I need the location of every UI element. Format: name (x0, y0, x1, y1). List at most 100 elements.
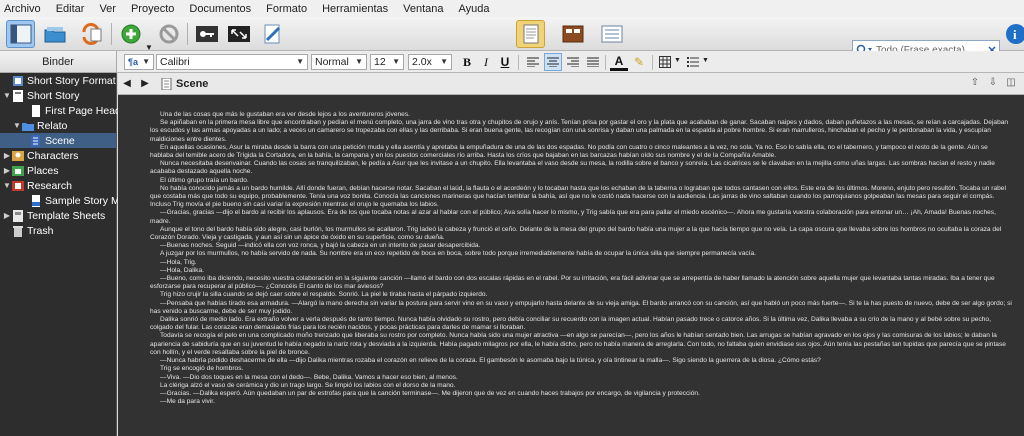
paragraph-style-icon: ¶a (128, 57, 139, 67)
view-outliner-button[interactable] (597, 20, 626, 48)
align-left-button[interactable] (524, 53, 542, 71)
paragraph: —Nunca habría podido deshacerme de ella … (160, 357, 821, 365)
binder-item-scene[interactable]: Scene (0, 133, 116, 148)
menu-ventana[interactable]: Ventana (403, 3, 443, 15)
chevron-down-icon: ▼ (440, 57, 448, 66)
chevron-down-icon: ▼ (392, 57, 400, 66)
document-title: Scene (176, 77, 209, 90)
paragraph: —Viva. —Dio dos toques en la mesa con el… (160, 373, 458, 381)
view-corkboard-button[interactable] (558, 20, 587, 48)
book-icon (13, 75, 23, 86)
info-icon: i (1006, 24, 1024, 44)
binder-item-sample-story-ms[interactable]: Sample Story MS (0, 193, 127, 208)
align-right-button[interactable] (564, 53, 582, 71)
binder-item-places[interactable]: ▶ Places (0, 163, 59, 178)
font-family-select[interactable]: Calibri ▼ (156, 54, 308, 70)
paragraph: Todavía se recogía el pelo en una compli… (150, 332, 1006, 356)
binder-item-template-sheets[interactable]: ▶ Template Sheets (0, 208, 105, 223)
binder-item-research[interactable]: ▼ Research (0, 178, 72, 193)
research-icon (12, 180, 24, 191)
binder-header: Binder (0, 51, 117, 73)
sync-button[interactable] (76, 20, 105, 48)
binder-item-short-story[interactable]: ▼ Short Story (0, 88, 80, 103)
line-spacing-select[interactable]: 2.0x ▼ (408, 54, 452, 70)
menu-herramientas[interactable]: Herramientas (322, 3, 388, 15)
split-editor-icon[interactable]: ◫ (1002, 77, 1020, 88)
binder-item-short-story-format[interactable]: Short Story Format (0, 73, 116, 88)
paragraph: No había conocido jamás a un bardo humil… (150, 184, 1006, 209)
highlight-button[interactable]: ✎ (630, 53, 648, 71)
align-center-icon (547, 57, 559, 67)
menu-proyecto[interactable]: Proyecto (131, 3, 174, 15)
menu-ver[interactable]: Ver (99, 3, 116, 15)
text-color-button[interactable]: A (610, 53, 628, 71)
expand-triangle-icon[interactable]: ▶ (2, 151, 12, 160)
inspector-toggle-button[interactable] (40, 20, 69, 48)
paragraph: La clériga alzó el vaso de cerámica y di… (160, 381, 456, 389)
chevron-down-icon: ▼ (355, 57, 363, 66)
view-editor-button[interactable] (516, 20, 545, 48)
binder-item-relato[interactable]: ▼ Relato (0, 118, 67, 133)
table-icon (659, 56, 671, 68)
expand-triangle-icon[interactable]: ▶ (2, 211, 12, 220)
collapse-triangle-icon[interactable]: ▼ (2, 91, 12, 100)
italic-button[interactable]: I (477, 53, 495, 71)
paragraph: Dalika sonrió de medio lado. Era extraño… (150, 316, 991, 332)
add-document-button[interactable] (116, 20, 145, 48)
paragraph: —Gracias, gracias —dijo el bardo al reci… (150, 209, 996, 225)
pdf-icon (32, 194, 40, 207)
menu-ayuda[interactable]: Ayuda (459, 3, 490, 15)
folder-stack-icon (44, 27, 65, 43)
quick-reference-button[interactable] (192, 20, 221, 48)
compile-button[interactable] (258, 20, 287, 48)
menu-archivo[interactable]: Archivo (4, 3, 41, 15)
binder-item-trash[interactable]: Trash (0, 223, 53, 238)
align-justify-button[interactable] (584, 53, 602, 71)
binder-icon (10, 24, 31, 44)
align-center-button[interactable] (544, 53, 562, 71)
menu-editar[interactable]: Editar (56, 3, 85, 15)
paragraph: —Hola, Dalika. (160, 266, 204, 274)
menu-documentos[interactable]: Documentos (189, 3, 251, 15)
places-icon (12, 165, 24, 176)
underline-button[interactable]: U (496, 53, 514, 71)
outliner-icon (601, 25, 622, 43)
paragraph: Una de las cosas que más le gustaban era… (160, 111, 410, 118)
font-weight-select[interactable]: Normal ▼ (311, 54, 367, 70)
paragraph: —Gracias. —Dalika esperó. Aún quedaban u… (160, 389, 700, 397)
bold-button[interactable]: B (458, 53, 476, 71)
menu-formato[interactable]: Formato (266, 3, 307, 15)
expand-triangle-icon[interactable]: ▶ (2, 166, 12, 175)
list-button[interactable] (684, 53, 702, 71)
binder-item-characters[interactable]: ▶ Characters (0, 148, 78, 163)
menu-bar: Archivo Editar Ver Proyecto Documentos F… (0, 0, 1024, 17)
corkboard-icon (562, 25, 583, 43)
collapse-triangle-icon[interactable]: ▼ (2, 181, 12, 190)
editor-text-body[interactable]: Una de las cosas que más le gustaban era… (150, 111, 1012, 406)
list-dropdown-arrow[interactable]: ▼ (702, 57, 709, 64)
align-right-icon (567, 57, 579, 67)
delete-button[interactable] (154, 20, 183, 48)
paragraph-style-select[interactable]: ¶a ▼ (124, 54, 154, 70)
text-editor[interactable]: Una de las cosas que más le gustaban era… (118, 95, 1024, 436)
folder-icon (22, 122, 34, 131)
binder-toggle-button[interactable] (6, 20, 35, 48)
font-size-select[interactable]: 12 ▼ (370, 54, 404, 70)
back-arrow-icon[interactable]: ◀ (118, 78, 136, 89)
table-dropdown-arrow[interactable]: ▼ (674, 57, 681, 64)
previous-document-icon[interactable]: ⇧ (966, 77, 984, 88)
paragraph: El último grupo traía un bardo. (160, 176, 249, 184)
collapse-triangle-icon[interactable]: ▼ (12, 121, 22, 130)
highlighter-icon: ✎ (633, 55, 645, 69)
next-document-icon[interactable]: ⇩ (984, 77, 1002, 88)
forward-arrow-icon[interactable]: ▶ (136, 78, 154, 89)
paragraph: —Hola, Trig. (160, 258, 197, 266)
svg-text:i: i (1013, 27, 1017, 42)
binder-item-first-page-header[interactable]: First Page Header (0, 103, 130, 118)
manuscript-icon (13, 89, 23, 102)
help-button[interactable]: i (1003, 20, 1024, 48)
composition-mode-button[interactable] (224, 20, 253, 48)
prohibited-icon (159, 24, 178, 44)
table-button[interactable] (656, 53, 674, 71)
paragraph: Trig se encogió de hombros. (160, 365, 244, 373)
